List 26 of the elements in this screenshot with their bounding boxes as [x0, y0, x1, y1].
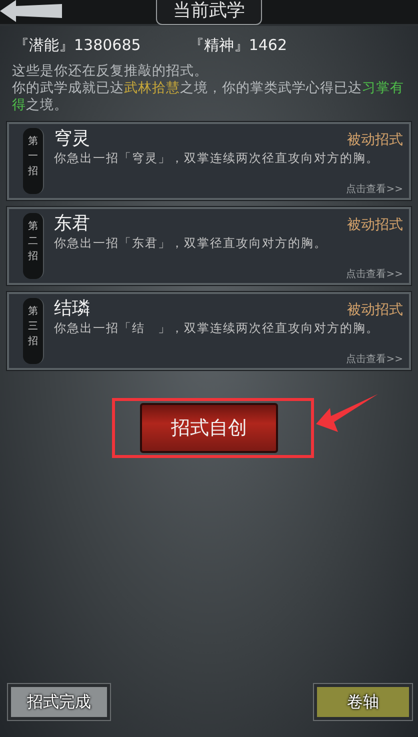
stat-value: 『精神』1462: [188, 36, 287, 55]
move-name: 穹灵: [54, 127, 90, 150]
move-description: 你急出一招「东君」，双掌径直攻向对方的胸。: [54, 235, 328, 252]
view-link[interactable]: 点击查看>>: [346, 269, 403, 280]
stat-value: 『潜能』1380685: [14, 36, 141, 55]
bottom-button[interactable]: 招式完成: [8, 684, 110, 720]
rank-label: 第一招: [23, 128, 44, 194]
view-link[interactable]: 点击查看>>: [346, 354, 403, 365]
move-card[interactable]: 第三招 结璘 被动招式 你急出一招「结 」，双掌连续两次径直攻向对方的胸。 点击查看>>: [7, 292, 411, 370]
intro-text: 这些是你还在反复推敲的招式。 你的武学成就已达武林拾慧之境，你的掌类武学心得已达习掌有得之境。: [12, 63, 405, 114]
rank-label: 第三招: [23, 298, 44, 364]
back-arrow-icon[interactable]: [0, 0, 62, 22]
move-description: 你急出一招「结 」，双掌连续两次径直攻向对方的胸。: [54, 320, 380, 337]
move-card[interactable]: 第二招 东君 被动招式 你急出一招「东君」，双掌径直攻向对方的胸。 点击查看>>: [7, 207, 411, 285]
move-type: 被动招式: [347, 131, 403, 149]
move-card[interactable]: 第一招 穹灵 被动招式 你急出一招「穹灵」，双掌连续两次径直攻向对方的胸。 点击查看>>: [7, 122, 411, 200]
bottom-button[interactable]: 卷轴: [314, 684, 412, 720]
view-link[interactable]: 点击查看>>: [346, 184, 403, 195]
rank-label: 第二招: [23, 213, 44, 279]
move-name: 结璘: [54, 297, 90, 320]
window-title: 当前武学: [156, 0, 262, 25]
move-type: 被动招式: [347, 216, 403, 234]
move-description: 你急出一招「穹灵」，双掌连续两次径直攻向对方的胸。: [54, 150, 380, 167]
move-name: 东君: [54, 212, 90, 235]
create-move-button[interactable]: 招式自创: [140, 403, 278, 453]
move-type: 被动招式: [347, 301, 403, 319]
